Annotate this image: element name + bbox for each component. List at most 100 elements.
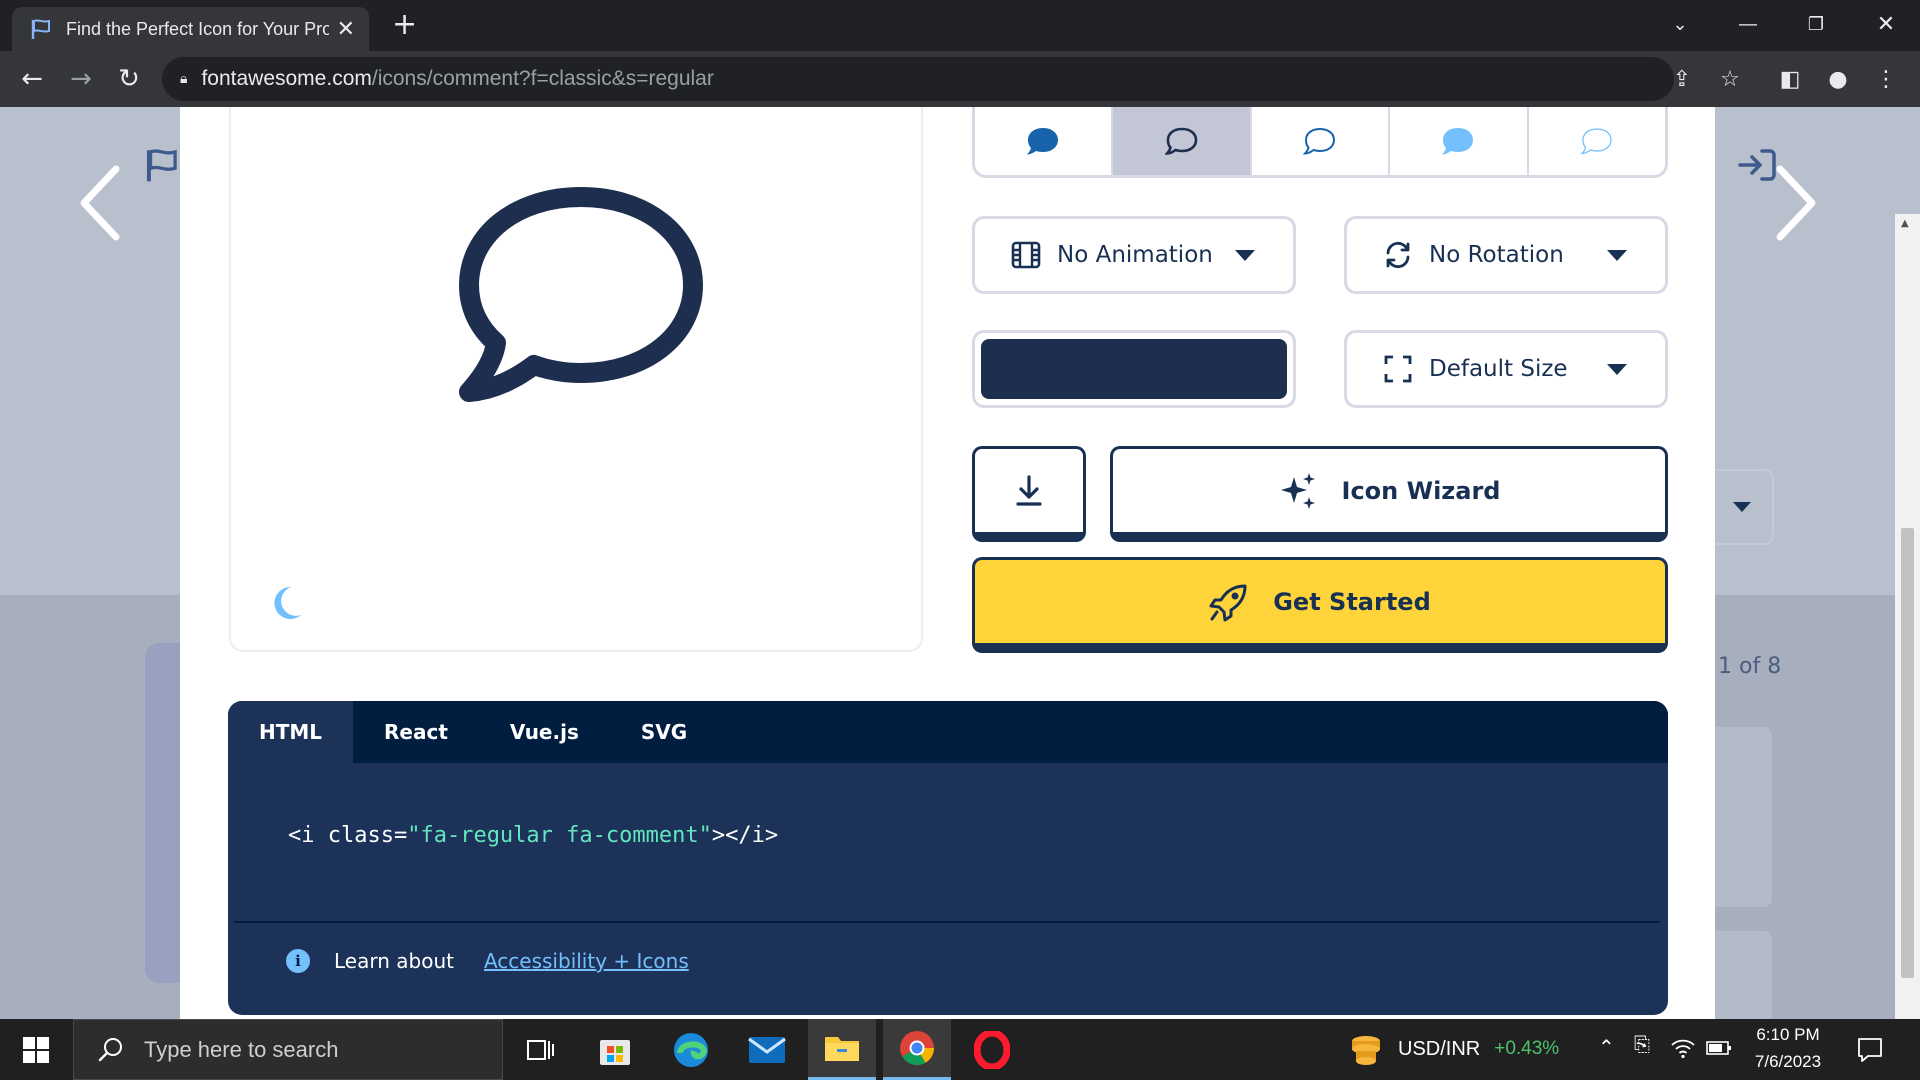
folder-icon: [825, 1037, 859, 1061]
tab-title: Find the Perfect Icon for Your Pro: [66, 18, 329, 39]
bg-flag-icon: [144, 147, 180, 187]
restore-button[interactable]: ❐: [1781, 0, 1851, 48]
sparkles-icon: [1280, 472, 1315, 509]
code-snippet[interactable]: <i class="fa-regular fa-comment"></i>: [288, 823, 778, 848]
mail-button[interactable]: [733, 1019, 801, 1080]
caret-down-icon: [1235, 249, 1255, 261]
next-icon-arrow[interactable]: [1774, 163, 1820, 247]
comment-icon-preview: [459, 187, 703, 402]
divider: [234, 921, 1660, 923]
style-option-regular[interactable]: [1113, 107, 1252, 175]
color-swatch: [981, 339, 1287, 399]
style-option-light[interactable]: [1252, 107, 1391, 175]
share-icon[interactable]: ⇪: [1665, 62, 1699, 96]
accessibility-link[interactable]: Accessibility + Icons: [484, 949, 689, 973]
browser-toolbar: ← → ↻ 🔒︎ fontawesome.com/icons/comment?f…: [0, 51, 1920, 107]
tab-html[interactable]: HTML: [228, 701, 354, 763]
rocket-icon: [1209, 584, 1247, 621]
ticker-widget[interactable]: USD/INR +0.43%: [1348, 1031, 1559, 1067]
search-placeholder: Type here to search: [144, 1036, 339, 1062]
expand-icon: [1384, 355, 1412, 383]
battery-icon[interactable]: [1706, 1040, 1732, 1060]
previous-icon-arrow[interactable]: [76, 163, 122, 247]
close-tab-icon[interactable]: ✕: [337, 17, 355, 42]
windows-logo-icon: [23, 1036, 49, 1063]
ticker-change: +0.43%: [1494, 1038, 1560, 1059]
windows-taskbar: Type here to search USD/INR +0.43% ⌃ ⎘ 6…: [0, 1019, 1920, 1080]
download-icon: [1016, 474, 1042, 506]
browser-tab[interactable]: Find the Perfect Icon for Your Pro ✕: [12, 7, 369, 51]
page-scrollbar[interactable]: ▲ ▼: [1895, 214, 1920, 1019]
reload-icon[interactable]: ↻: [112, 62, 146, 96]
get-started-label: Get Started: [1273, 587, 1431, 616]
icon-wizard-label: Icon Wizard: [1341, 476, 1501, 505]
tab-vuejs[interactable]: Vue.js: [479, 701, 610, 763]
scroll-up-icon[interactable]: ▲: [1901, 218, 1909, 229]
tab-react[interactable]: React: [353, 701, 479, 763]
rotate-icon: [1386, 241, 1410, 269]
rotation-select-label: No Rotation: [1429, 242, 1564, 268]
address-bar[interactable]: 🔒︎ fontawesome.com/icons/comment?f=class…: [162, 57, 1674, 101]
microsoft-store-button[interactable]: [581, 1019, 649, 1080]
tab-search-icon[interactable]: ⌄: [1645, 0, 1715, 48]
wifi-icon[interactable]: [1670, 1037, 1696, 1063]
bg-caret-icon: [1733, 502, 1751, 512]
comment-light-icon: [1303, 127, 1336, 155]
comment-regular-icon: [1164, 127, 1197, 155]
style-option-thin[interactable]: [1529, 107, 1665, 175]
bookmark-star-icon[interactable]: ☆: [1713, 62, 1747, 96]
film-icon: [1011, 241, 1041, 269]
file-explorer-button[interactable]: [808, 1019, 876, 1080]
size-select-label: Default Size: [1429, 356, 1568, 382]
ticker-symbol: USD/INR: [1398, 1037, 1481, 1060]
task-view-button[interactable]: [506, 1019, 574, 1080]
code-snippet-panel: HTML React Vue.js SVG <i class="fa-regul…: [228, 701, 1668, 1015]
size-select[interactable]: Default Size: [1344, 330, 1668, 408]
style-option-solid[interactable]: [975, 107, 1114, 175]
scrollbar-thumb[interactable]: [1901, 528, 1914, 978]
close-window-button[interactable]: ✕: [1851, 0, 1920, 48]
start-button[interactable]: [2, 1019, 70, 1080]
animation-select[interactable]: No Animation: [972, 216, 1296, 294]
task-view-icon: [527, 1039, 554, 1060]
browser-tab-bar: Find the Perfect Icon for Your Pro ✕ + ⌄…: [0, 0, 1920, 51]
back-icon[interactable]: ←: [15, 62, 49, 96]
rotation-select[interactable]: No Rotation: [1344, 216, 1668, 294]
forward-icon[interactable]: →: [64, 62, 98, 96]
moon-icon[interactable]: [269, 585, 303, 621]
new-tab-button[interactable]: +: [392, 10, 417, 40]
menu-icon[interactable]: ⋮: [1869, 62, 1903, 96]
coins-icon: [1352, 1036, 1380, 1065]
get-started-button[interactable]: Get Started: [972, 557, 1668, 653]
bg-card: [1712, 931, 1772, 1019]
opera-button[interactable]: [958, 1019, 1026, 1080]
show-hidden-icons-chevron[interactable]: ⌃: [1598, 1035, 1615, 1060]
code-tabs: HTML React Vue.js SVG: [228, 701, 1668, 763]
side-panel-icon[interactable]: ◧: [1773, 62, 1807, 96]
icon-style-selector: [972, 107, 1668, 178]
clock-date[interactable]: 7/6/2023: [1748, 1052, 1828, 1072]
profile-icon[interactable]: ●: [1821, 62, 1855, 96]
comment-solid-icon: [1027, 128, 1059, 155]
minimize-button[interactable]: ―: [1713, 0, 1783, 48]
style-option-duotone[interactable]: [1390, 107, 1529, 175]
color-picker[interactable]: [972, 330, 1296, 408]
taskbar-search-box[interactable]: Type here to search: [73, 1019, 503, 1080]
store-icon: [600, 1039, 630, 1065]
search-icon: [98, 1037, 122, 1061]
animation-select-label: No Animation: [1057, 242, 1213, 268]
comment-thin-icon: [1580, 128, 1612, 155]
sign-in-icon[interactable]: [1738, 147, 1778, 187]
bg-dropdown[interactable]: [1712, 469, 1774, 545]
edge-button[interactable]: [657, 1019, 725, 1080]
tab-svg[interactable]: SVG: [610, 701, 718, 763]
edge-icon: [674, 1032, 708, 1067]
device-icon[interactable]: ⎘: [1634, 1034, 1650, 1057]
bg-panel: [145, 643, 185, 983]
chrome-button[interactable]: [883, 1019, 951, 1080]
clock-time[interactable]: 6:10 PM: [1752, 1025, 1824, 1045]
notifications-icon[interactable]: [1856, 1036, 1884, 1068]
download-button[interactable]: [972, 446, 1086, 542]
learn-about-text: Learn about: [334, 949, 454, 973]
icon-wizard-button[interactable]: Icon Wizard: [1110, 446, 1668, 542]
